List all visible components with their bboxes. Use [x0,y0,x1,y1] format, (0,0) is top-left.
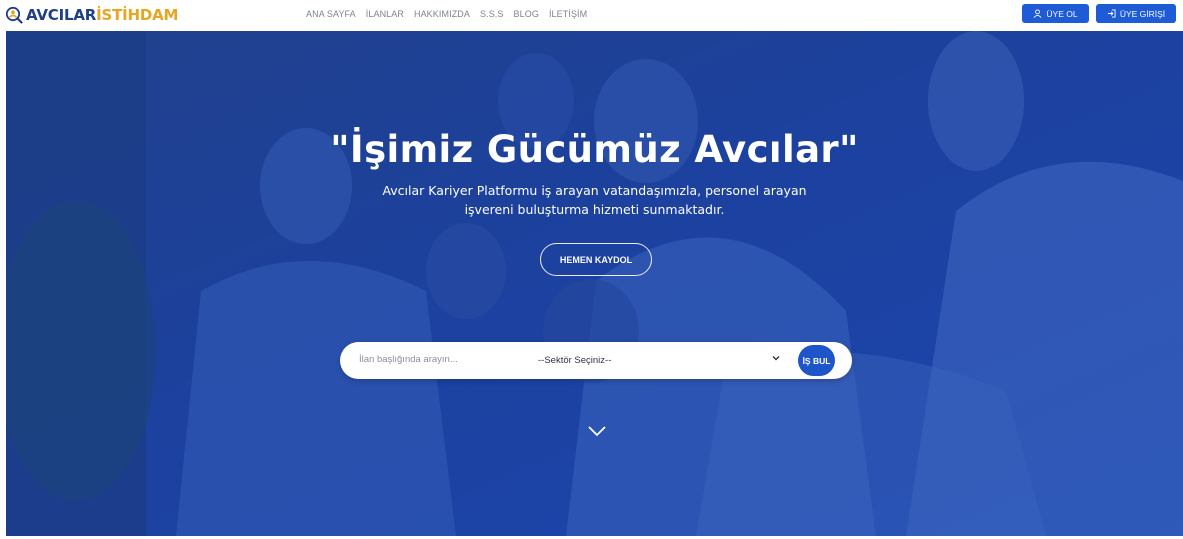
nav-about[interactable]: HAKKIMIZDA [414,9,470,19]
chevron-down-icon[interactable] [587,425,607,437]
nav-listings[interactable]: İLANLAR [366,9,404,19]
search-input[interactable] [359,354,519,365]
nav-home[interactable]: ANA SAYFA [306,9,356,19]
login-button[interactable]: ÜYE GİRİŞİ [1096,4,1176,23]
hero-subtitle-line1: Avcılar Kariyer Platformu iş arayan vata… [382,183,807,198]
sector-select-value: --Sektör Seçiniz-- [538,354,612,366]
site-logo[interactable]: AVCILARİSTİHDAM [5,5,178,25]
nav-blog[interactable]: BLOG [514,9,539,19]
main-nav: ANA SAYFA İLANLAR HAKKIMIZDA S.S.S BLOG … [306,9,597,19]
nav-faq[interactable]: S.S.S [480,9,504,19]
sign-in-icon [1107,9,1116,18]
logo-text: AVCILARİSTİHDAM [26,6,178,24]
job-search-bar: --Sektör Seçiniz-- İŞ BUL [340,342,852,379]
hero-title: "İşimiz Gücümüz Avcılar" [330,128,859,171]
hero-blue-overlay [6,31,1183,536]
logo-text-part1: AVCILAR [26,6,97,24]
register-button[interactable]: ÜYE OL [1022,4,1089,23]
hero-section: "İşimiz Gücümüz Avcılar" Avcılar Kariyer… [6,31,1183,536]
nav-contact[interactable]: İLETİŞİM [549,9,587,19]
chevron-down-icon [772,356,780,361]
logo-text-part2: İSTİHDAM [96,6,179,24]
register-label: ÜYE OL [1046,8,1078,19]
find-job-button[interactable]: İŞ BUL [798,345,835,376]
user-icon [1033,9,1042,18]
register-now-button[interactable]: HEMEN KAYDOL [540,243,652,276]
login-label: ÜYE GİRİŞİ [1119,8,1166,19]
hero-subtitle-line2: işvereni buluşturma hizmeti sunmaktadır. [464,202,725,217]
sector-select[interactable]: --Sektör Seçiniz-- [538,351,788,369]
site-header: AVCILARİSTİHDAM ANA SAYFA İLANLAR HAKKIM… [0,0,1183,31]
hero-subtitle: Avcılar Kariyer Platformu iş arayan vata… [326,181,863,219]
magnifier-person-icon [5,6,23,24]
